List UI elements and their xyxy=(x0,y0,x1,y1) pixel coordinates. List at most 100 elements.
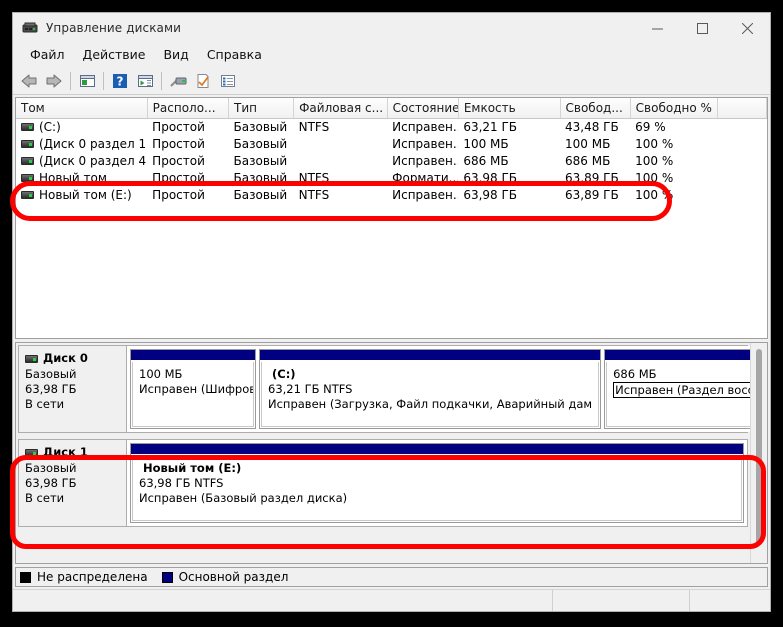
cell-volume: (Диск 0 раздел 1) xyxy=(16,135,147,152)
back-icon[interactable] xyxy=(17,69,41,93)
cell-filesystem: NTFS xyxy=(298,187,330,202)
cell-layout: Простой xyxy=(152,153,205,168)
disk-header-1[interactable]: Диск 1 Базовый 63,98 ГБ В сети xyxy=(19,440,127,526)
menu-item-help[interactable]: Справка xyxy=(198,45,271,65)
partition-color-bar xyxy=(605,350,750,361)
disk-type: Базовый xyxy=(25,461,77,475)
close-button[interactable] xyxy=(725,13,770,43)
volume-drive-icon xyxy=(21,156,34,165)
cell-filesystem xyxy=(294,152,388,169)
disk-management-icon xyxy=(22,20,38,36)
partition-status: Исправен (Раздел восстановления) xyxy=(613,382,750,398)
col-header-spacer[interactable] xyxy=(717,98,767,119)
properties-icon[interactable] xyxy=(191,69,215,93)
partition-recovery[interactable]: 686 МБ Исправен (Раздел восстановления) xyxy=(604,349,750,429)
cell-capacity: 63,98 ГБ xyxy=(463,187,518,202)
disk-icon xyxy=(25,448,38,457)
list-view-icon[interactable] xyxy=(216,69,240,93)
window-title: Управление дисками xyxy=(46,21,182,35)
col-header-free-space[interactable]: Свобод... xyxy=(560,98,631,119)
scrollbar-thumb[interactable] xyxy=(756,349,762,545)
volume-drive-icon xyxy=(21,190,34,199)
partition-system-reserved[interactable]: 100 МБ Исправен (Шифрова xyxy=(130,349,256,429)
toolbar-separator xyxy=(161,71,162,90)
table-header-row: Том Располо... Тип Файловая с... Состоян… xyxy=(16,98,767,119)
volume-label: Новый том xyxy=(39,170,107,185)
volume-table: Том Располо... Тип Файловая с... Состоян… xyxy=(16,98,767,203)
partition-c-drive[interactable]: (C:) 63,21 ГБ NTFS Исправен (Загрузка, Ф… xyxy=(259,349,602,429)
partition-info: Новый том (E:) 63,98 ГБ NTFS Исправен (Б… xyxy=(132,456,742,521)
cell-layout: Простой xyxy=(152,170,205,185)
disk-row-1[interactable]: Диск 1 Базовый 63,98 ГБ В сети Новый том… xyxy=(18,439,748,527)
cell-status: Исправен... xyxy=(392,187,459,202)
cell-free-percent: 100 % xyxy=(635,136,674,151)
rescan-disks-icon[interactable] xyxy=(166,69,190,93)
table-row[interactable]: Новый том Простой Базовый NTFS Формати..… xyxy=(16,169,767,186)
menu-item-file[interactable]: Файл xyxy=(21,45,74,65)
menu-item-action[interactable]: Действие xyxy=(74,45,155,65)
partition-info: (C:) 63,21 ГБ NTFS Исправен (Загрузка, Ф… xyxy=(261,362,600,427)
col-header-layout[interactable]: Располо... xyxy=(147,98,230,119)
table-row[interactable]: (C:) Простой Базовый NTFS Исправен... 63… xyxy=(16,118,767,135)
cell-type: Базовый xyxy=(233,153,288,168)
col-header-type[interactable]: Тип xyxy=(228,98,295,119)
disk-state: В сети xyxy=(25,491,65,505)
partition-title: Новый том (E:) xyxy=(143,461,242,475)
legend-entry-primary-partition: Основной раздел xyxy=(161,570,289,584)
svg-text:?: ? xyxy=(117,74,124,88)
table-row[interactable]: (Диск 0 раздел 4) Простой Базовый Исправ… xyxy=(16,152,767,169)
status-cell-1 xyxy=(13,590,553,611)
volume-list-pane[interactable]: Том Располо... Тип Файловая с... Состоян… xyxy=(15,97,768,339)
cell-free-space: 63,89 ГБ xyxy=(565,187,619,202)
partition-new-volume-e[interactable]: Новый том (E:) 63,98 ГБ NTFS Исправен (Б… xyxy=(130,443,744,523)
help-icon[interactable]: ? xyxy=(108,69,132,93)
legend-entry-unallocated: Не распределена xyxy=(20,570,148,584)
col-header-volume[interactable]: Том xyxy=(16,98,148,119)
cell-free-percent: 100 % xyxy=(635,153,674,168)
cell-filesystem: NTFS xyxy=(298,119,330,134)
show-action-pane-icon[interactable] xyxy=(133,69,157,93)
volume-drive-icon xyxy=(21,139,34,148)
partition-size-fs: 686 МБ xyxy=(613,367,657,381)
partition-color-bar xyxy=(131,350,255,361)
disk-row-0[interactable]: Диск 0 Базовый 63,98 ГБ В сети 100 МБ Ис… xyxy=(18,345,750,433)
disk-type: Базовый xyxy=(25,367,77,381)
disk-graphical-pane[interactable]: Диск 0 Базовый 63,98 ГБ В сети 100 МБ Ис… xyxy=(15,342,768,564)
graphical-pane-scrollbar[interactable] xyxy=(750,343,767,563)
title-bar: Управление дисками xyxy=(13,13,770,43)
legend-label-primary-partition: Основной раздел xyxy=(178,570,289,584)
disk-size: 63,98 ГБ xyxy=(25,382,77,396)
partition-status: Исправен (Шифрова xyxy=(139,382,254,396)
table-row[interactable]: (Диск 0 раздел 1) Простой Базовый Исправ… xyxy=(16,135,767,152)
menu-item-view[interactable]: Вид xyxy=(154,45,197,65)
cell-status: Исправен... xyxy=(392,119,459,134)
volume-label: (C:) xyxy=(39,119,61,134)
window-controls xyxy=(635,13,770,43)
cell-layout: Простой xyxy=(152,187,205,202)
col-header-filesystem[interactable]: Файловая с... xyxy=(293,98,388,119)
cell-free-space: 100 МБ xyxy=(565,136,611,151)
volume-drive-icon xyxy=(21,173,34,182)
disk-header-0[interactable]: Диск 0 Базовый 63,98 ГБ В сети xyxy=(19,346,127,432)
partition-size-fs: 63,21 ГБ NTFS xyxy=(268,382,353,396)
disk-icon xyxy=(25,354,38,363)
cell-layout: Простой xyxy=(152,119,205,134)
toolbar-separator xyxy=(103,71,104,90)
disk-name: Диск 1 xyxy=(43,445,88,459)
cell-spacer xyxy=(718,118,767,135)
partition-color-bar xyxy=(131,444,743,455)
disk-state: В сети xyxy=(25,397,65,411)
maximize-button[interactable] xyxy=(680,13,725,43)
show-hide-console-tree-icon[interactable] xyxy=(75,69,99,93)
minimize-button[interactable] xyxy=(635,13,680,43)
cell-capacity: 100 МБ xyxy=(463,136,509,151)
col-header-free-percent[interactable]: Свободно % xyxy=(630,98,719,119)
table-row[interactable]: Новый том (E:) Простой Базовый NTFS Испр… xyxy=(16,186,767,203)
cell-filesystem: NTFS xyxy=(298,170,330,185)
disk-management-window: Управление дисками Файл Действие Вид Спр… xyxy=(12,12,771,612)
cell-capacity: 686 МБ xyxy=(463,153,509,168)
col-header-status[interactable]: Состояние xyxy=(387,98,459,119)
forward-icon[interactable] xyxy=(42,69,66,93)
disk-partitions-0: 100 МБ Исправен (Шифрова (C:) 63,21 ГБ N… xyxy=(127,346,750,432)
col-header-capacity[interactable]: Емкость xyxy=(458,98,561,119)
